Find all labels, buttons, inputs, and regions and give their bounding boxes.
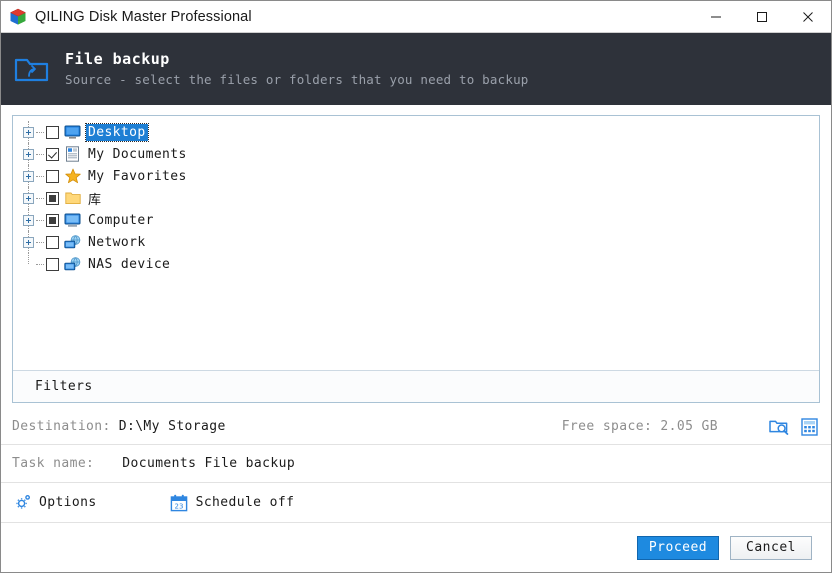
expand-icon[interactable] xyxy=(23,148,34,160)
tree-node-label[interactable]: Desktop xyxy=(85,122,149,142)
tree-row[interactable]: Network xyxy=(23,231,819,253)
node-checkbox[interactable] xyxy=(46,213,59,227)
header-text: File backup Source - select the files or… xyxy=(65,49,529,89)
tree-row[interactable]: My Documents xyxy=(23,143,819,165)
page-subtitle: Source - select the files or folders tha… xyxy=(65,72,529,87)
disk-grid-icon[interactable] xyxy=(798,417,820,437)
node-checkbox[interactable] xyxy=(46,147,59,161)
maximize-icon xyxy=(757,11,767,22)
destination-value[interactable]: D:\My Storage xyxy=(119,419,226,434)
tree-node-label[interactable]: 库 xyxy=(86,188,103,209)
destination-label: Destination: xyxy=(12,419,111,434)
proceed-button[interactable]: Proceed xyxy=(637,535,719,560)
close-button[interactable] xyxy=(785,1,831,32)
tree-connector xyxy=(28,253,29,264)
window-title: QILING Disk Master Professional xyxy=(35,8,252,25)
tree-connector-dash xyxy=(36,175,44,177)
tree-node-label[interactable]: Computer xyxy=(86,212,156,229)
node-checkbox[interactable] xyxy=(46,125,59,139)
star-icon xyxy=(64,168,81,184)
source-tree: Desktop My Documents My Favorites 库 Comp… xyxy=(13,116,819,370)
title-bar: QILING Disk Master Professional xyxy=(1,1,831,33)
footer-bar: Proceed Cancel xyxy=(1,523,831,572)
tree-node-label[interactable]: NAS device xyxy=(86,256,172,273)
folder-search-icon[interactable] xyxy=(768,417,790,437)
destination-row: Destination: D:\My Storage Free space: 2… xyxy=(1,409,831,445)
task-name-label: Task name: xyxy=(12,456,95,471)
page-header: File backup Source - select the files or… xyxy=(1,33,831,105)
tree-row[interactable]: NAS device xyxy=(23,253,819,275)
expand-icon[interactable] xyxy=(23,214,34,226)
tree-connector-dash xyxy=(36,263,44,265)
options-label: Options xyxy=(39,495,97,510)
computer-icon xyxy=(64,212,81,228)
expand-icon[interactable] xyxy=(23,236,34,248)
app-window: QILING Disk Master Professional File bac… xyxy=(0,0,832,573)
folder-backup-icon xyxy=(11,48,53,90)
tree-row[interactable]: Computer xyxy=(23,209,819,231)
page-title: File backup xyxy=(65,50,170,68)
tree-connector-dash xyxy=(36,131,44,133)
documents-icon xyxy=(64,146,81,162)
expand-icon[interactable] xyxy=(23,192,34,204)
close-icon xyxy=(803,11,813,22)
filters-label: Filters xyxy=(35,379,93,394)
tree-connector-dash xyxy=(36,241,44,243)
filters-button[interactable]: Filters xyxy=(13,370,819,402)
folder-icon xyxy=(64,190,81,206)
gear-icon xyxy=(12,494,32,512)
tree-node-label[interactable]: Network xyxy=(86,234,148,251)
tree-connector-dash xyxy=(36,219,44,221)
minimize-icon xyxy=(711,16,721,17)
schedule-button[interactable]: 23 Schedule off xyxy=(169,494,295,512)
expand-icon[interactable] xyxy=(23,170,34,182)
node-checkbox[interactable] xyxy=(46,257,59,271)
task-name-value[interactable]: Documents File backup xyxy=(122,456,295,471)
maximize-button[interactable] xyxy=(739,1,785,32)
calendar-icon: 23 xyxy=(169,494,189,512)
minimize-button[interactable] xyxy=(693,1,739,32)
tree-row[interactable]: Desktop xyxy=(23,121,819,143)
tree-connector-dash xyxy=(36,153,44,155)
network-icon xyxy=(64,234,81,250)
tree-row[interactable]: My Favorites xyxy=(23,165,819,187)
tree-node-label[interactable]: My Favorites xyxy=(86,168,189,185)
node-checkbox[interactable] xyxy=(46,235,59,249)
cancel-button[interactable]: Cancel xyxy=(730,535,812,560)
tree-node-label[interactable]: My Documents xyxy=(86,146,189,163)
free-space-label: Free space: 2.05 GB xyxy=(561,419,718,434)
node-checkbox[interactable] xyxy=(46,191,59,205)
schedule-label: Schedule off xyxy=(195,495,295,510)
desktop-icon xyxy=(64,124,81,140)
main-content: Desktop My Documents My Favorites 库 Comp… xyxy=(1,105,831,572)
source-tree-panel: Desktop My Documents My Favorites 库 Comp… xyxy=(12,115,820,403)
task-name-row: Task name: Documents File backup xyxy=(1,445,831,483)
options-button[interactable]: Options xyxy=(12,494,97,512)
tree-connector-dash xyxy=(36,197,44,199)
title-bar-left: QILING Disk Master Professional xyxy=(1,8,693,26)
expand-icon[interactable] xyxy=(23,126,34,138)
node-checkbox[interactable] xyxy=(46,169,59,183)
calendar-day-text: 23 xyxy=(174,502,183,510)
tree-row[interactable]: 库 xyxy=(23,187,819,209)
nas-icon xyxy=(64,256,81,272)
options-row: Options 23 Schedule off xyxy=(1,483,831,523)
cube-icon xyxy=(9,8,27,26)
window-controls xyxy=(693,1,831,32)
